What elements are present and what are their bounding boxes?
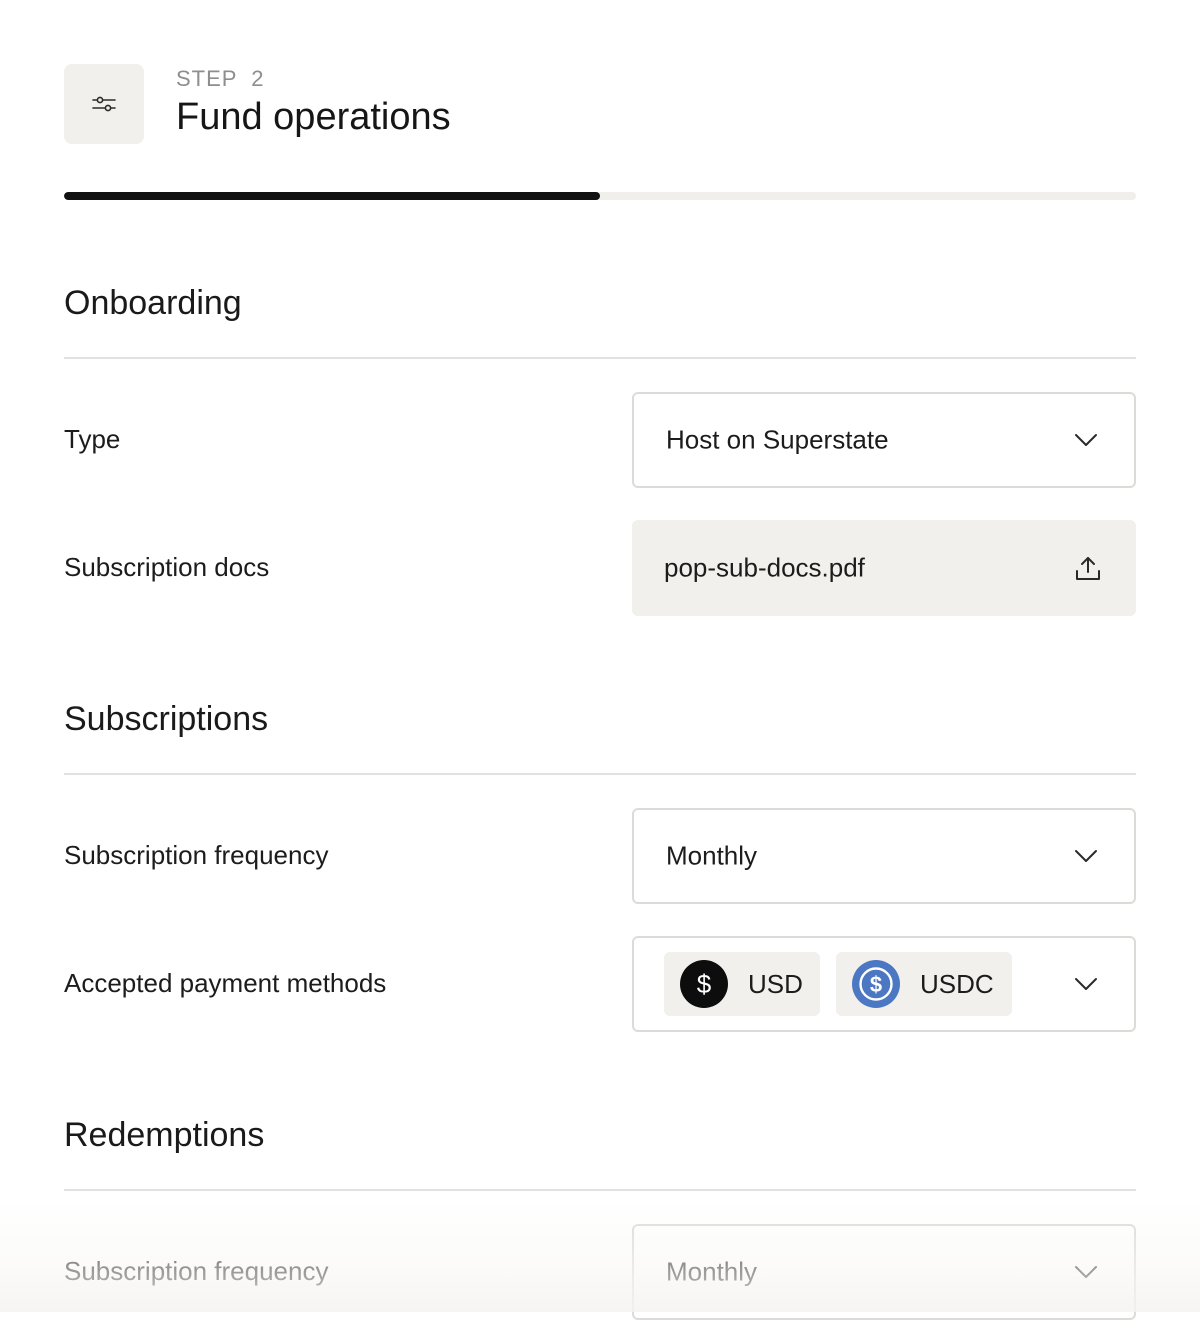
section-title-subscriptions: Subscriptions xyxy=(64,700,269,738)
section-title-redemptions: Redemptions xyxy=(64,1116,265,1154)
field-label-subscription-docs: Subscription docs xyxy=(64,552,270,582)
chevron-down-icon xyxy=(1075,1266,1097,1278)
subscription-docs-upload[interactable]: pop-sub-docs.pdf xyxy=(632,520,1136,616)
type-select-value: Host on Superstate xyxy=(666,424,889,455)
type-select[interactable]: Host on Superstate xyxy=(632,392,1136,488)
field-label-redemption-frequency: Subscription frequency xyxy=(64,1256,329,1286)
upload-icon[interactable] xyxy=(1074,554,1102,582)
sliders-icon xyxy=(92,96,116,112)
chevron-down-icon xyxy=(1075,978,1097,990)
dollar-icon: $ xyxy=(680,960,728,1008)
payment-methods-select[interactable]: $ USD $ USDC xyxy=(632,936,1136,1032)
field-label-payment-methods: Accepted payment methods xyxy=(64,968,387,998)
subscription-docs-filename: pop-sub-docs.pdf xyxy=(664,552,865,583)
redemption-frequency-select[interactable]: Monthly xyxy=(632,1224,1136,1320)
svg-text:$: $ xyxy=(870,972,882,997)
section-divider xyxy=(64,773,1136,775)
step-icon-box xyxy=(64,64,144,144)
payment-chip-label: USDC xyxy=(920,968,994,999)
payment-chip-usd[interactable]: $ USD xyxy=(664,952,820,1016)
step-label: STEP 2 xyxy=(176,66,265,91)
section-title-onboarding: Onboarding xyxy=(64,284,242,322)
field-label-type: Type xyxy=(64,424,121,454)
subscription-frequency-value: Monthly xyxy=(666,840,758,871)
payment-chip-usdc[interactable]: $ USDC xyxy=(836,952,1012,1016)
section-divider xyxy=(64,357,1136,359)
field-label-subscription-frequency: Subscription frequency xyxy=(64,840,329,870)
subscription-frequency-select[interactable]: Monthly xyxy=(632,808,1136,904)
chevron-down-icon xyxy=(1075,850,1097,862)
page-title: Fund operations xyxy=(176,96,451,138)
progress-bar xyxy=(64,192,1136,200)
section-divider xyxy=(64,1189,1136,1191)
svg-text:$: $ xyxy=(697,969,712,999)
redemption-frequency-value: Monthly xyxy=(666,1256,758,1287)
step-header: STEP 2 Fund operations xyxy=(64,64,1136,144)
usdc-icon: $ xyxy=(852,960,900,1008)
chevron-down-icon xyxy=(1075,434,1097,446)
payment-chip-label: USD xyxy=(748,968,803,999)
progress-fill xyxy=(64,192,600,200)
